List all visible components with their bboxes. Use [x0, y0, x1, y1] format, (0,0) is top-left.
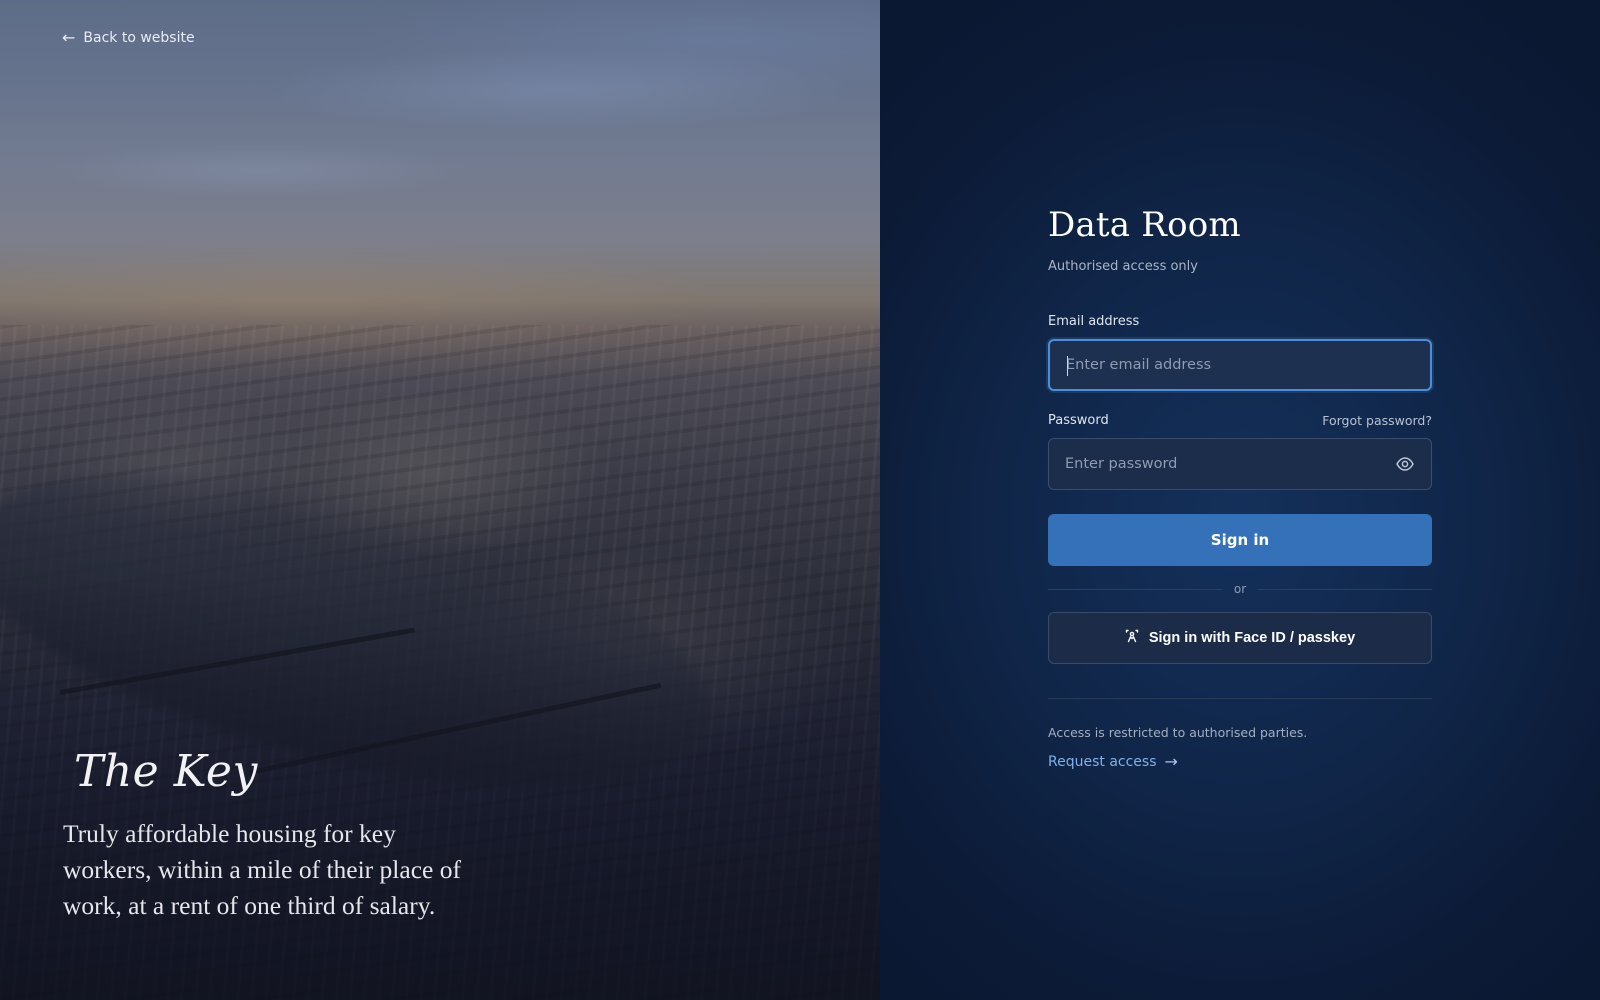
password-input[interactable]	[1065, 456, 1395, 472]
page-subtitle: Authorised access only	[1048, 259, 1198, 274]
divider-line	[1258, 588, 1432, 590]
forgot-password-link[interactable]: Forgot password?	[1322, 413, 1432, 428]
divider-label: or	[1233, 582, 1247, 596]
restricted-notice: Access is restricted to authorised parti…	[1048, 725, 1308, 740]
back-to-website-link[interactable]: ← Back to website	[62, 28, 195, 47]
passkey-sign-in-button[interactable]: Sign in with Face ID / passkey	[1048, 612, 1432, 664]
request-access-link[interactable]: Request access →	[1048, 752, 1178, 771]
hero-panel: ← Back to website The Key Truly affordab…	[0, 0, 880, 1000]
or-divider: or	[1048, 582, 1432, 596]
request-access-label: Request access	[1048, 753, 1157, 770]
arrow-right-icon: →	[1164, 752, 1178, 771]
passkey-button-label: Sign in with Face ID / passkey	[1148, 630, 1356, 646]
brand-name: The Key	[74, 746, 258, 797]
email-field-wrapper	[1048, 339, 1432, 391]
arrow-left-icon: ←	[62, 28, 76, 47]
email-input[interactable]	[1066, 357, 1414, 373]
divider-line	[1048, 588, 1222, 590]
email-label: Email address	[1048, 314, 1140, 329]
tagline: Truly affordable housing for key workers…	[63, 819, 461, 920]
back-link-label: Back to website	[83, 30, 195, 46]
sign-in-button[interactable]: Sign in	[1048, 514, 1432, 566]
password-label-row: Password Forgot password?	[1048, 413, 1432, 428]
text-caret	[1067, 356, 1068, 376]
eye-icon[interactable]	[1395, 454, 1415, 474]
login-form: Data Room Authorised access only Email a…	[1048, 205, 1432, 771]
password-label: Password	[1048, 413, 1109, 428]
login-panel: Data Room Authorised access only Email a…	[880, 0, 1600, 1000]
face-id-icon	[1125, 629, 1139, 647]
page-title: Data Room	[1048, 205, 1241, 245]
section-divider	[1048, 698, 1432, 699]
password-field-wrapper	[1048, 438, 1432, 490]
